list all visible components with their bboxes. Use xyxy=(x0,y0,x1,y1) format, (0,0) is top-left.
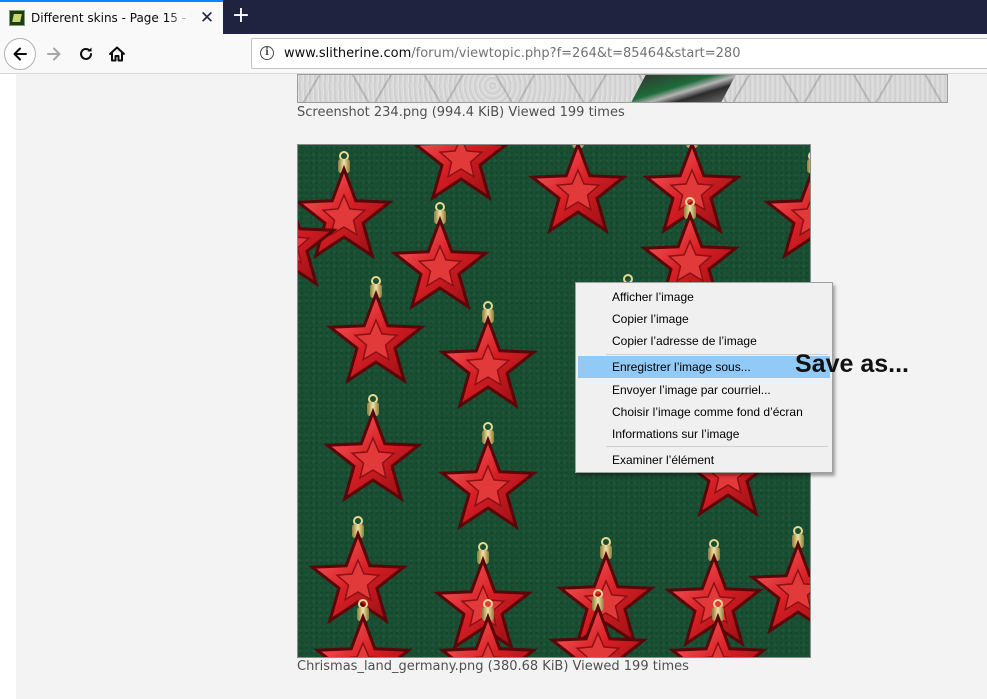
back-arrow-icon xyxy=(13,47,27,61)
star-ornament xyxy=(748,526,810,635)
url-domain: www.slitherine.com xyxy=(284,46,412,61)
plus-icon[interactable]: + xyxy=(231,4,251,28)
menu-item-save-image-as[interactable]: Enregistrer l’image sous... xyxy=(578,356,830,378)
url-text[interactable]: www.slitherine.com/forum/viewtopic.php?f… xyxy=(284,46,740,61)
menu-item-view-image-info[interactable]: Informations sur l’image xyxy=(578,423,830,445)
star-ornament xyxy=(323,394,423,503)
menu-item-copy-image-address[interactable]: Copier l’adresse de l’image xyxy=(578,330,830,352)
star-ornament xyxy=(438,422,538,531)
menu-item-copy-image[interactable]: Copier l’image xyxy=(578,308,830,330)
menu-item-set-desktop-background[interactable]: Choisir l’image comme fond d’écran xyxy=(578,401,830,423)
home-button[interactable] xyxy=(101,38,133,70)
site-favicon xyxy=(9,10,25,26)
reload-button[interactable] xyxy=(70,38,102,70)
forward-arrow-icon xyxy=(47,47,61,61)
forward-button[interactable] xyxy=(38,38,70,70)
reload-icon xyxy=(80,47,92,60)
star-ornament xyxy=(326,276,426,385)
browser-tab[interactable]: Different skins - Page 15 - Slitherine ✕ xyxy=(0,0,223,34)
menu-item-inspect-element[interactable]: Examiner l’élément xyxy=(578,449,830,471)
menu-separator xyxy=(606,446,828,447)
attachment-image-screenshot[interactable] xyxy=(297,74,948,103)
image1-caption: Screenshot 234.png (994.4 KiB) Viewed 19… xyxy=(297,105,625,120)
star-ornament xyxy=(438,301,538,410)
address-bar[interactable]: i www.slitherine.com/forum/viewtopic.php… xyxy=(251,38,987,69)
star-ornament xyxy=(390,202,490,311)
url-path: /forum/viewtopic.php?f=264&t=85464&start… xyxy=(411,46,741,61)
info-icon[interactable]: i xyxy=(260,46,274,60)
star-ornament xyxy=(308,516,408,625)
close-icon[interactable]: ✕ xyxy=(198,9,216,27)
image-detail xyxy=(630,75,736,102)
save-as-annotation: Save as... xyxy=(795,350,909,378)
menu-item-view-image[interactable]: Afficher l’image xyxy=(578,286,830,308)
star-ornament xyxy=(413,145,509,202)
image2-caption: Chrismas_land_germany.png (380.68 KiB) V… xyxy=(297,659,689,674)
page-content: Screenshot 234.png (994.4 KiB) Viewed 19… xyxy=(0,74,987,699)
star-ornament xyxy=(668,599,768,657)
star-ornament xyxy=(528,145,628,235)
star-ornament xyxy=(763,152,810,260)
star-ornament xyxy=(313,599,413,657)
navigation-toolbar: i www.slitherine.com/forum/viewtopic.php… xyxy=(0,34,987,74)
tab-strip: Different skins - Page 15 - Slitherine ✕… xyxy=(0,0,987,34)
back-button[interactable] xyxy=(4,38,36,70)
tab-title: Different skins - Page 15 - Slitherine xyxy=(31,11,192,25)
page-margin xyxy=(0,74,16,699)
home-icon xyxy=(109,46,125,62)
star-ornament xyxy=(298,219,338,288)
menu-item-email-image[interactable]: Envoyer l’image par courriel... xyxy=(578,379,830,401)
